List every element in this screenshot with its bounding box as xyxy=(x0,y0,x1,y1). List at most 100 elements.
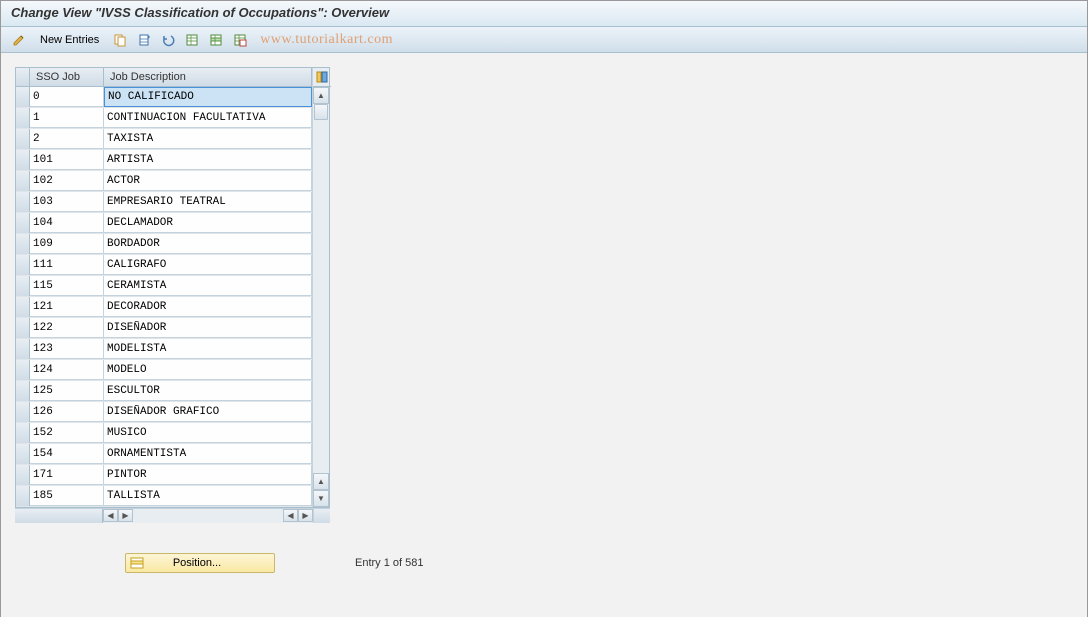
row-selector[interactable] xyxy=(16,192,30,212)
cell-job-description[interactable]: MODELISTA xyxy=(104,339,312,359)
row-selector[interactable] xyxy=(16,255,30,275)
cell-job-description[interactable]: CALIGRAFO xyxy=(104,255,312,275)
cell-sso-job[interactable]: 109 xyxy=(30,234,104,254)
row-selector[interactable] xyxy=(16,402,30,422)
cell-job-description[interactable]: ESCULTOR xyxy=(104,381,312,401)
cell-job-description[interactable]: BORDADOR xyxy=(104,234,312,254)
scroll-left-button-2[interactable]: ◀ xyxy=(283,509,298,522)
row-selector[interactable] xyxy=(16,486,30,506)
cell-job-description[interactable]: NO CALIFICADO xyxy=(104,87,312,107)
cell-sso-job[interactable]: 2 xyxy=(30,129,104,149)
scroll-up-button[interactable]: ▲ xyxy=(313,87,329,104)
title-bar: Change View "IVSS Classification of Occu… xyxy=(1,1,1087,27)
cell-job-description[interactable]: TAXISTA xyxy=(104,129,312,149)
cell-job-description[interactable]: DECLAMADOR xyxy=(104,213,312,233)
cell-job-description[interactable]: ORNAMENTISTA xyxy=(104,444,312,464)
row-selector[interactable] xyxy=(16,339,30,359)
cell-sso-job[interactable]: 152 xyxy=(30,423,104,443)
scroll-right-button[interactable]: ▶ xyxy=(118,509,133,522)
row-selector[interactable] xyxy=(16,129,30,149)
cell-job-description[interactable]: DISEÑADOR xyxy=(104,318,312,338)
cell-job-description[interactable]: EMPRESARIO TEATRAL xyxy=(104,192,312,212)
cell-sso-job[interactable]: 104 xyxy=(30,213,104,233)
scroll-thumb[interactable] xyxy=(314,104,328,120)
row-selector[interactable] xyxy=(16,360,30,380)
cell-sso-job[interactable]: 102 xyxy=(30,171,104,191)
cell-sso-job[interactable]: 1 xyxy=(30,108,104,128)
table-header-row: SSO Job Job Description xyxy=(16,68,312,87)
row-selector[interactable] xyxy=(16,234,30,254)
cell-job-description[interactable]: CONTINUACION FACULTATIVA xyxy=(104,108,312,128)
table-row: 122DISEÑADOR xyxy=(16,318,312,339)
row-selector[interactable] xyxy=(16,213,30,233)
scroll-down-button[interactable]: ▼ xyxy=(313,490,329,507)
table-row: 101ARTISTA xyxy=(16,150,312,171)
row-selector[interactable] xyxy=(16,297,30,317)
cell-sso-job[interactable]: 185 xyxy=(30,486,104,506)
cell-job-description[interactable]: MUSICO xyxy=(104,423,312,443)
row-selector[interactable] xyxy=(16,171,30,191)
table-row: 103EMPRESARIO TEATRAL xyxy=(16,192,312,213)
row-selector[interactable] xyxy=(16,150,30,170)
deselect-all-icon[interactable] xyxy=(230,31,250,49)
cell-sso-job[interactable]: 103 xyxy=(30,192,104,212)
cell-sso-job[interactable]: 101 xyxy=(30,150,104,170)
cell-sso-job[interactable]: 115 xyxy=(30,276,104,296)
row-selector[interactable] xyxy=(16,318,30,338)
cell-job-description[interactable]: DECORADOR xyxy=(104,297,312,317)
column-header-sso-job[interactable]: SSO Job xyxy=(30,68,104,86)
scroll-left-button[interactable]: ◀ xyxy=(103,509,118,522)
cell-job-description[interactable]: TALLISTA xyxy=(104,486,312,506)
cell-sso-job[interactable]: 122 xyxy=(30,318,104,338)
row-selector[interactable] xyxy=(16,465,30,485)
toolbar: New Entries www.tutorialkart.com xyxy=(1,27,1087,53)
cell-sso-job[interactable]: 154 xyxy=(30,444,104,464)
select-all-icon[interactable] xyxy=(182,31,202,49)
cell-sso-job[interactable]: 125 xyxy=(30,381,104,401)
cell-sso-job[interactable]: 171 xyxy=(30,465,104,485)
entry-status-text: Entry 1 of 581 xyxy=(355,557,424,569)
row-selector-header[interactable] xyxy=(16,68,30,86)
scroll-up-button-2[interactable]: ▲ xyxy=(313,473,329,490)
select-block-icon[interactable] xyxy=(206,31,226,49)
cell-sso-job[interactable]: 124 xyxy=(30,360,104,380)
content-area: SSO Job Job Description 0NO CALIFICADO1C… xyxy=(1,53,1087,617)
row-selector[interactable] xyxy=(16,108,30,128)
scroll-right-button-2[interactable]: ▶ xyxy=(298,509,313,522)
table-settings-icon[interactable] xyxy=(313,68,331,87)
toggle-change-icon[interactable] xyxy=(9,31,29,49)
new-entries-button[interactable]: New Entries xyxy=(33,31,106,49)
row-selector[interactable] xyxy=(16,444,30,464)
cell-job-description[interactable]: DISEÑADOR GRAFICO xyxy=(104,402,312,422)
vertical-scrollbar: ▲ ▲ ▼ xyxy=(312,68,329,507)
cell-job-description[interactable]: CERAMISTA xyxy=(104,276,312,296)
table-row: 126DISEÑADOR GRAFICO xyxy=(16,402,312,423)
column-header-job-description[interactable]: Job Description xyxy=(104,68,312,86)
table-row: 104DECLAMADOR xyxy=(16,213,312,234)
cell-sso-job[interactable]: 121 xyxy=(30,297,104,317)
cell-job-description[interactable]: MODELO xyxy=(104,360,312,380)
table-body: 0NO CALIFICADO1CONTINUACION FACULTATIVA2… xyxy=(16,87,312,507)
position-icon xyxy=(129,556,145,570)
table-row: 2TAXISTA xyxy=(16,129,312,150)
cell-job-description[interactable]: ARTISTA xyxy=(104,150,312,170)
watermark-text: www.tutorialkart.com xyxy=(260,32,393,48)
row-selector[interactable] xyxy=(16,381,30,401)
delete-icon[interactable] xyxy=(134,31,154,49)
copy-as-icon[interactable] xyxy=(110,31,130,49)
table-row: 1CONTINUACION FACULTATIVA xyxy=(16,108,312,129)
data-table: SSO Job Job Description 0NO CALIFICADO1C… xyxy=(15,67,330,508)
cell-sso-job[interactable]: 126 xyxy=(30,402,104,422)
cell-job-description[interactable]: PINTOR xyxy=(104,465,312,485)
footer-bar: Position... Entry 1 of 581 xyxy=(15,553,1073,573)
scroll-track[interactable] xyxy=(313,104,329,473)
cell-sso-job[interactable]: 123 xyxy=(30,339,104,359)
undo-icon[interactable] xyxy=(158,31,178,49)
cell-job-description[interactable]: ACTOR xyxy=(104,171,312,191)
row-selector[interactable] xyxy=(16,87,30,107)
row-selector[interactable] xyxy=(16,276,30,296)
position-button[interactable]: Position... xyxy=(125,553,275,573)
row-selector[interactable] xyxy=(16,423,30,443)
cell-sso-job[interactable]: 0 xyxy=(30,87,104,107)
cell-sso-job[interactable]: 111 xyxy=(30,255,104,275)
